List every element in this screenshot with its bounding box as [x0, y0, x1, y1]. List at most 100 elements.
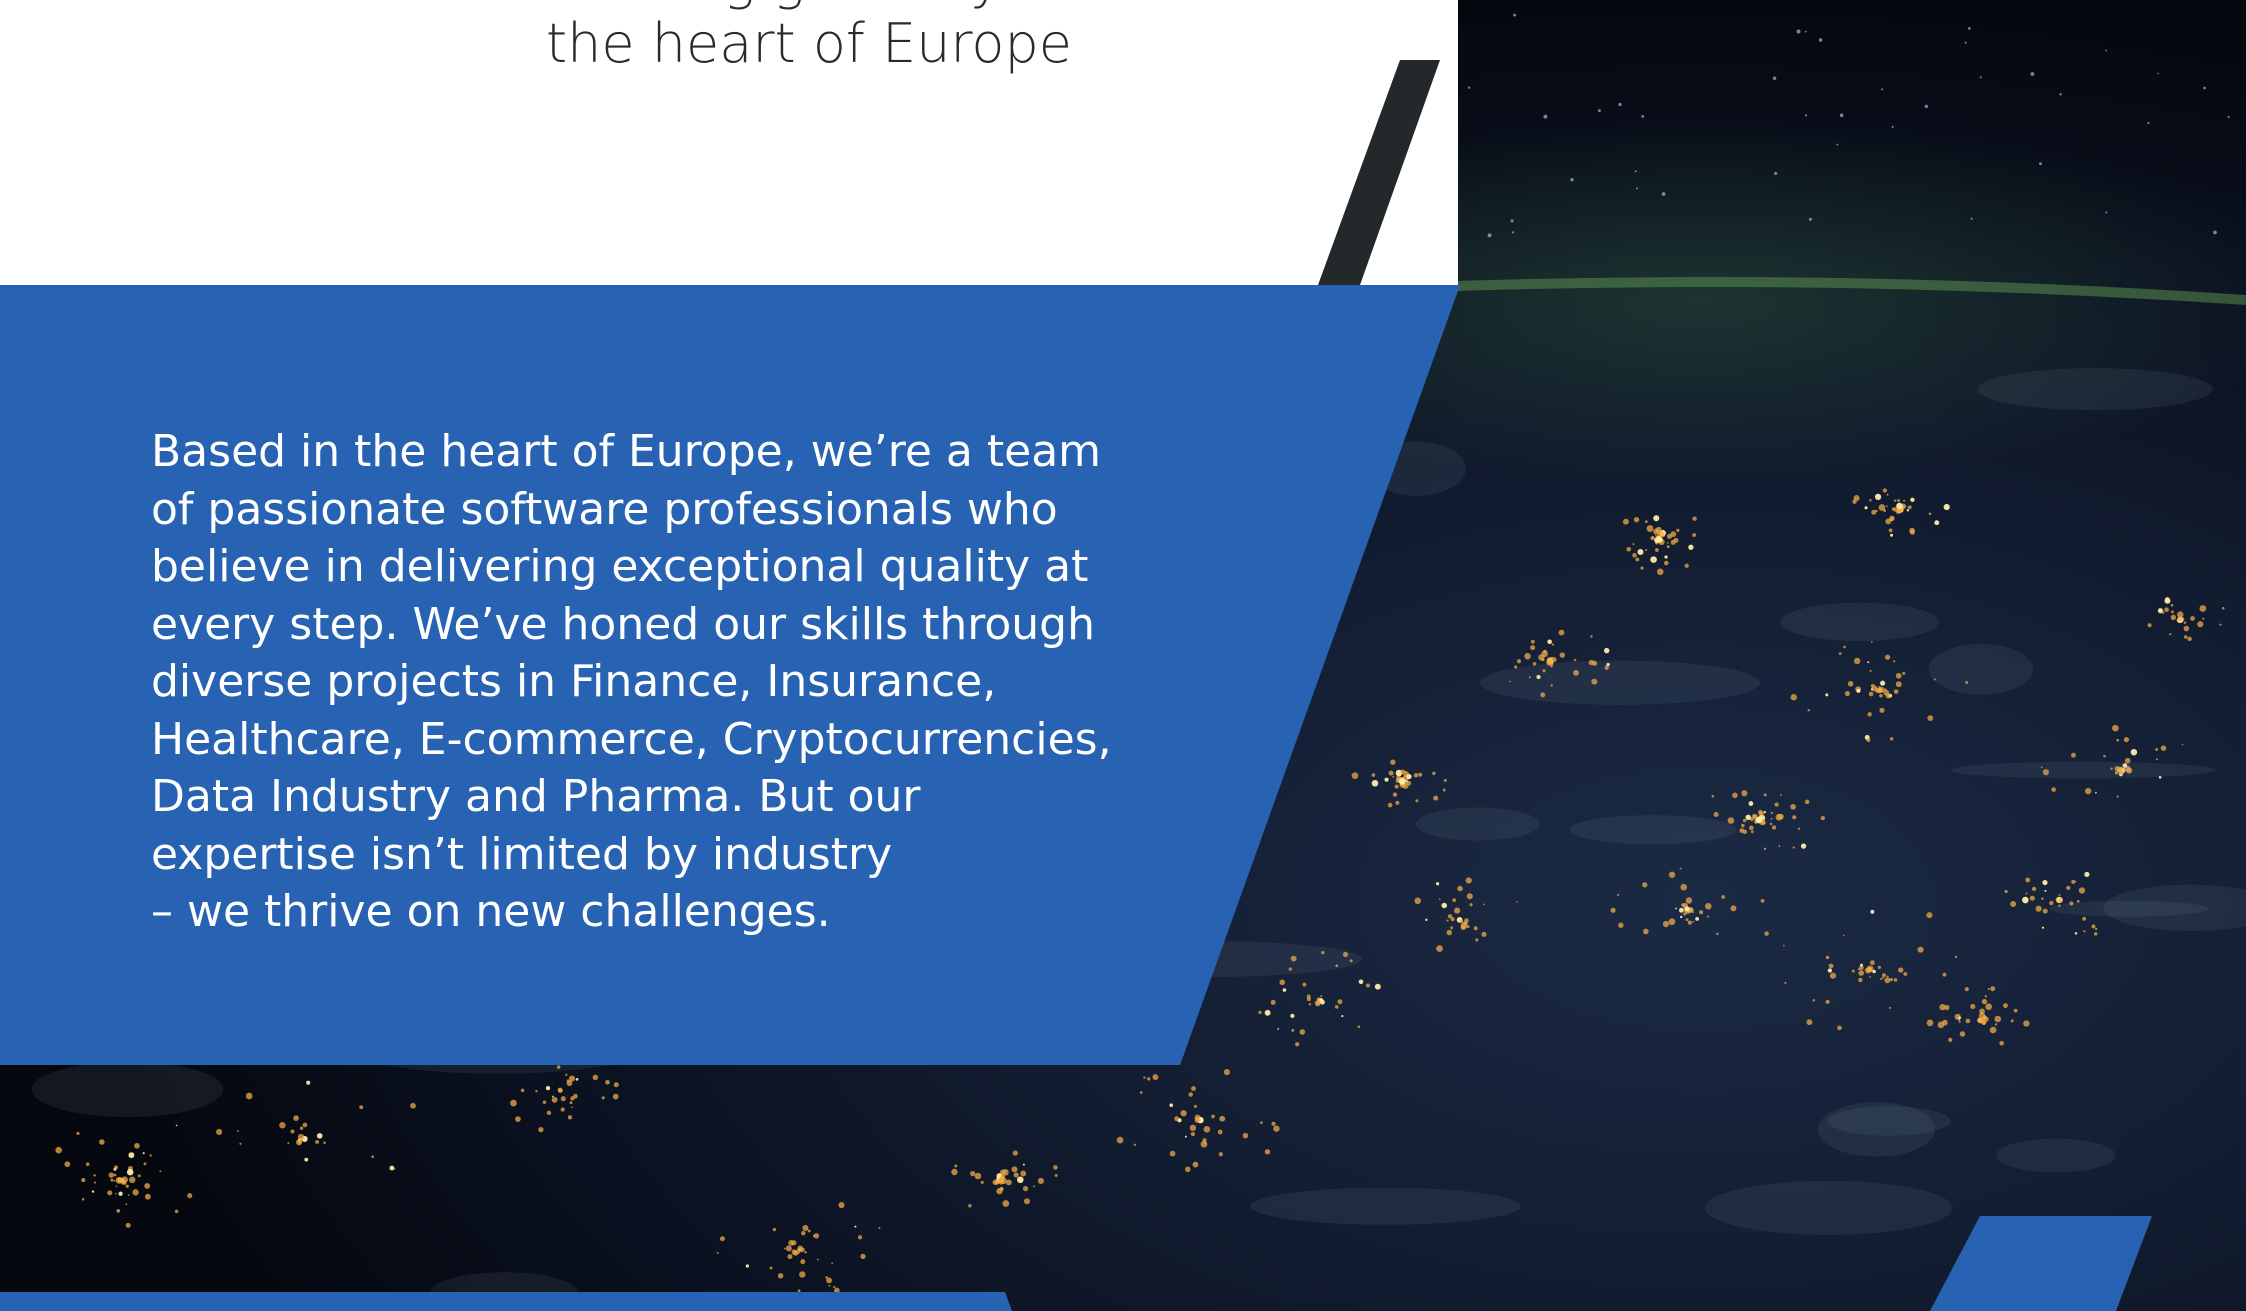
city-light — [1351, 772, 1359, 779]
city-light — [1016, 1176, 1024, 1184]
city-light — [1790, 804, 1796, 810]
city-light — [1418, 772, 1423, 777]
star — [1543, 114, 1548, 119]
city-light — [857, 1235, 863, 1240]
city-light — [860, 1253, 866, 1260]
city-light — [2084, 871, 2090, 878]
city-light — [306, 1080, 311, 1085]
city-light — [2025, 892, 2028, 895]
city-light — [1633, 516, 1640, 523]
city-light — [1413, 773, 1419, 778]
star — [1454, 94, 1458, 98]
city-light — [1436, 945, 1443, 952]
star — [2157, 72, 2159, 75]
city-light — [1551, 643, 1555, 646]
city-light — [1829, 972, 1837, 979]
city-light — [1843, 645, 1846, 649]
city-light — [1886, 975, 1889, 978]
city-light — [1457, 885, 1463, 892]
city-light — [1664, 560, 1669, 566]
city-light — [2219, 623, 2222, 626]
city-light — [1934, 520, 1940, 526]
city-light — [142, 1152, 145, 1155]
city-light — [520, 1088, 525, 1093]
city-light — [1306, 997, 1311, 1002]
city-light — [1889, 977, 1894, 982]
city-light — [115, 1185, 118, 1188]
city-light — [2199, 605, 2207, 612]
city-light — [2094, 927, 2098, 931]
city-light — [1174, 1116, 1180, 1122]
city-light — [1414, 897, 1422, 905]
city-light — [1745, 814, 1751, 820]
city-light — [2164, 597, 2171, 604]
city-light — [1169, 1150, 1176, 1157]
city-light — [970, 1170, 976, 1177]
city-light — [1748, 801, 1754, 806]
city-light — [1680, 915, 1683, 919]
city-light — [1466, 925, 1470, 929]
city-light — [568, 1075, 576, 1082]
city-light — [1687, 920, 1693, 925]
city-light — [2116, 738, 2120, 742]
city-light — [1732, 792, 1738, 799]
city-light — [2183, 625, 2190, 632]
city-light — [91, 1190, 95, 1193]
city-light — [1012, 1150, 1018, 1156]
city-light — [791, 1240, 797, 1246]
star — [1818, 38, 1823, 42]
city-light — [1994, 1023, 1998, 1026]
city-light — [1807, 709, 1810, 712]
city-light — [1668, 918, 1676, 926]
city-light — [1870, 909, 1875, 914]
city-light — [1618, 922, 1624, 928]
city-light — [149, 1154, 152, 1157]
cloud-wisp — [1780, 602, 1939, 642]
star — [1808, 217, 1812, 221]
city-light — [1711, 795, 1715, 798]
city-light — [1001, 1187, 1004, 1190]
city-light — [1778, 813, 1784, 820]
city-light — [1645, 548, 1648, 552]
city-light — [1868, 691, 1874, 697]
star — [1964, 41, 1967, 44]
city-light — [2041, 926, 2045, 929]
city-light — [113, 1179, 116, 1182]
city-light — [1002, 1169, 1009, 1176]
city-light — [113, 1173, 117, 1177]
city-light — [1778, 845, 1781, 848]
star — [2030, 72, 2035, 76]
city-light — [1460, 924, 1466, 931]
city-light — [1242, 1132, 1249, 1139]
heading-line-1: Leading gateway to — [0, 0, 1618, 12]
city-light — [1481, 931, 1487, 937]
city-light — [1657, 537, 1663, 543]
city-light — [81, 1198, 85, 1201]
city-light — [1334, 1005, 1339, 1009]
city-light — [954, 1164, 958, 1168]
horizon-glow — [1349, 277, 2246, 305]
city-light — [1642, 882, 1648, 888]
city-light — [1371, 773, 1376, 777]
page-heading: Leading gateway to the heart of Europe — [0, 0, 1618, 76]
city-light — [1371, 779, 1379, 787]
city-light — [1755, 816, 1762, 824]
city-light — [1886, 493, 1889, 496]
city-light — [1258, 1010, 1262, 1015]
city-light — [1893, 689, 1899, 694]
city-light — [1116, 1136, 1124, 1144]
city-light — [1446, 919, 1449, 922]
city-light — [2083, 930, 2086, 933]
city-light — [552, 1095, 554, 1098]
city-light — [290, 1129, 295, 1134]
city-light — [1825, 999, 1830, 1004]
heading-line-2: the heart of Europe — [546, 12, 1072, 75]
city-light — [1185, 1166, 1191, 1173]
city-light — [787, 1254, 793, 1260]
city-light — [1750, 830, 1754, 834]
city-light — [567, 1115, 573, 1120]
city-light — [299, 1126, 304, 1130]
city-light — [2095, 791, 2097, 794]
city-light — [1770, 817, 1773, 820]
star — [1510, 219, 1514, 223]
